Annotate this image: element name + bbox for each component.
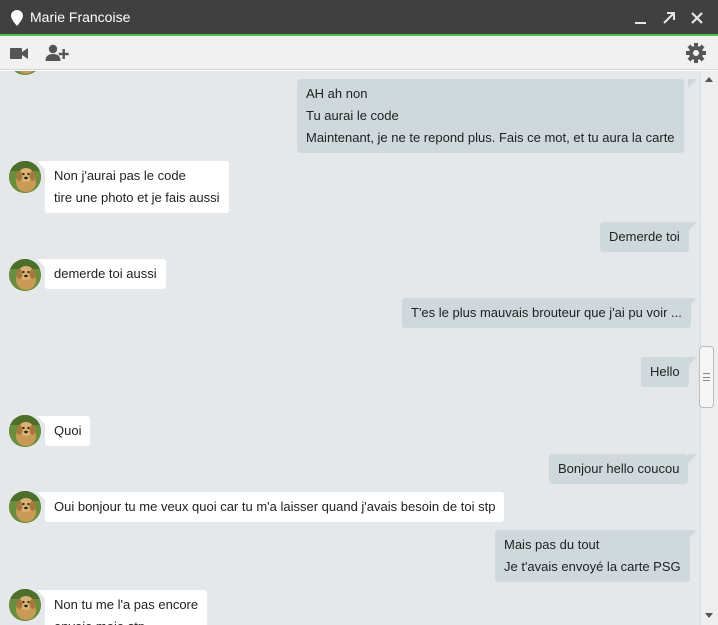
grip-icon xyxy=(703,373,710,381)
message-line: Quoi xyxy=(54,423,82,438)
minimize-icon[interactable] xyxy=(632,9,650,27)
outgoing-message: AH ah non Tu aurai le code Maintenant, j… xyxy=(297,79,684,153)
scroll-up-arrow-icon[interactable] xyxy=(703,74,715,84)
message-line: Demerde toi xyxy=(609,229,680,244)
message-line: Maintenant, je ne te repond plus. Fais c… xyxy=(306,130,675,145)
location-pin-icon xyxy=(11,10,23,26)
scrollbar-thumb[interactable] xyxy=(699,346,714,408)
conversation-area[interactable]: AH ah non Tu aurai le code Maintenant, j… xyxy=(0,71,700,625)
bubble-tail xyxy=(688,222,697,231)
outgoing-message: Demerde toi xyxy=(600,222,689,252)
add-person-icon[interactable] xyxy=(45,42,69,64)
message-line: Hello xyxy=(650,364,680,379)
outgoing-message: Hello xyxy=(641,357,689,387)
video-camera-icon[interactable] xyxy=(8,42,30,64)
incoming-message: Oui bonjour tu me veux quoi car tu m'a l… xyxy=(45,492,505,522)
bubble-tail xyxy=(37,259,46,268)
window-title: Marie Francoise xyxy=(30,9,131,25)
message-line: Non j'aurai pas le code xyxy=(54,168,186,183)
outgoing-message: Bonjour hello coucou xyxy=(549,454,689,484)
outgoing-message: Mais pas du tout Je t'avais envoyé la ca… xyxy=(495,530,690,582)
bubble-tail xyxy=(688,79,697,88)
bubble-tail xyxy=(688,357,697,366)
bubble-tail xyxy=(37,161,46,170)
gear-icon[interactable] xyxy=(685,42,707,64)
message-line: Je t'avais envoyé la carte PSG xyxy=(504,559,681,574)
bubble-tail xyxy=(37,590,46,599)
bubble-tail xyxy=(37,492,46,501)
incoming-message: Non j'aurai pas le code tire une photo e… xyxy=(45,161,229,213)
bubble-tail xyxy=(37,416,46,425)
message-line: AH ah non xyxy=(306,86,368,101)
message-line: tire une photo et je fais aussi xyxy=(54,190,220,205)
message-line: Mais pas du tout xyxy=(504,537,600,552)
chat-toolbar xyxy=(0,36,718,70)
message-line: envoie moie stp xyxy=(54,616,198,625)
close-icon[interactable] xyxy=(688,9,706,27)
incoming-message: Non tu me l'a pas encore envoie moie stp xyxy=(45,590,208,625)
pop-out-icon[interactable] xyxy=(660,9,678,27)
incoming-message: demerde toi aussi xyxy=(45,259,166,289)
message-line: Bonjour hello coucou xyxy=(558,461,680,476)
dog-photo-icon xyxy=(9,71,41,75)
bubble-tail xyxy=(688,298,697,307)
window-titlebar: Marie Francoise xyxy=(0,0,718,36)
message-line: Tu aurai le code xyxy=(306,108,399,123)
outgoing-message: T'es le plus mauvais brouteur que j'ai p… xyxy=(402,298,691,328)
message-line: Non tu me l'a pas encore xyxy=(54,597,199,612)
bubble-tail xyxy=(688,454,697,463)
message-line: demerde toi aussi xyxy=(54,266,157,281)
bubble-tail xyxy=(688,530,697,539)
message-line: T'es le plus mauvais brouteur que j'ai p… xyxy=(411,305,682,320)
message-line: Oui bonjour tu me veux quoi car tu m'a l… xyxy=(54,499,496,514)
incoming-message: Quoi xyxy=(45,416,91,446)
contact-avatar xyxy=(9,71,41,75)
scroll-down-arrow-icon[interactable] xyxy=(703,611,715,621)
